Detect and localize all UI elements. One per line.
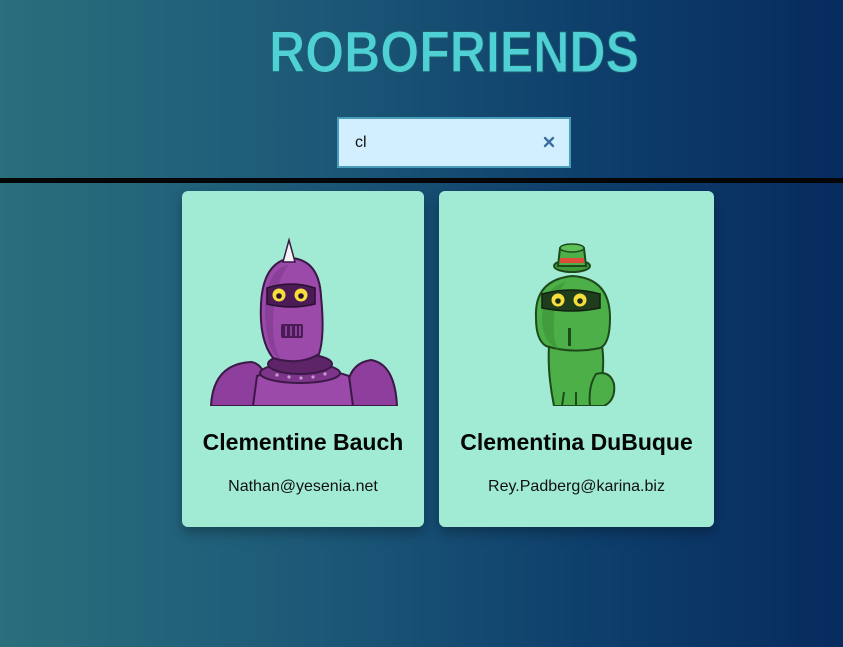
app-title-text: ROBOFRIENDS	[269, 20, 639, 82]
robot-card[interactable]: Clementine Bauch Nathan@yesenia.net	[182, 191, 424, 527]
header-divider	[0, 178, 843, 183]
robot-avatar	[534, 243, 616, 406]
close-icon[interactable]	[539, 132, 559, 152]
robot-email: Nathan@yesenia.net	[228, 478, 378, 495]
robot-avatar	[209, 237, 399, 406]
robot-card[interactable]: Clementina DuBuque Rey.Padberg@karina.bi…	[439, 191, 714, 527]
app-header: ROBOFRIENDS	[0, 0, 843, 180]
search-box[interactable]	[337, 117, 571, 168]
search-input[interactable]	[339, 119, 529, 166]
robot-name: Clementine Bauch	[202, 429, 404, 455]
robot-email: Rey.Padberg@karina.biz	[488, 478, 665, 495]
app-title: ROBOFRIENDS	[269, 20, 640, 83]
robot-name: Clementina DuBuque	[460, 429, 693, 455]
